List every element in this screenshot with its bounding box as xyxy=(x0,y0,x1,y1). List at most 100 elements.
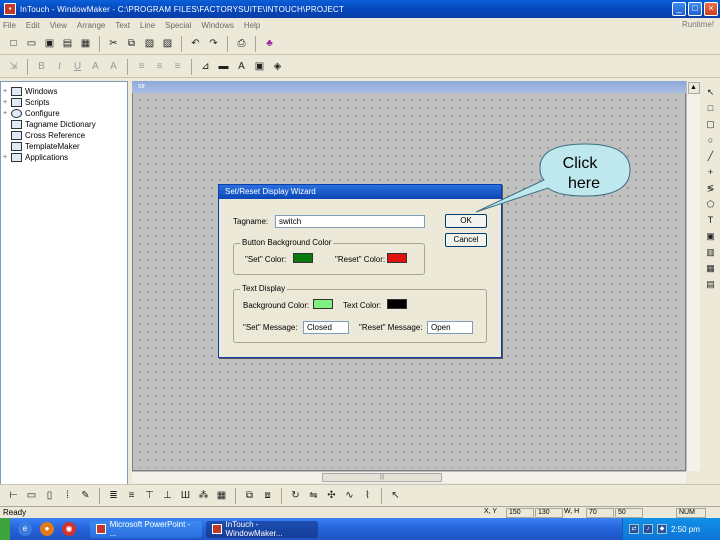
menu-arrange[interactable]: Arrange xyxy=(77,21,105,30)
ie-icon[interactable]: e xyxy=(18,522,32,536)
line-icon[interactable]: ╱ xyxy=(704,149,718,163)
pointer-icon[interactable]: ↖ xyxy=(388,488,403,503)
polyline-icon[interactable]: ≶ xyxy=(704,181,718,195)
print-icon[interactable]: ⎙ xyxy=(234,36,249,51)
minimize-button[interactable]: _ xyxy=(672,2,686,16)
text-color-icon[interactable]: A xyxy=(234,59,249,74)
grid-icon[interactable]: ▦ xyxy=(214,488,229,503)
window-color-icon[interactable]: ▣ xyxy=(252,59,267,74)
reset-color-swatch[interactable] xyxy=(387,253,407,263)
underline-icon[interactable]: U xyxy=(70,59,85,74)
expand-icon[interactable]: + xyxy=(3,88,11,95)
taskbar-intouch[interactable]: InTouch - WindowMaker... xyxy=(206,520,318,538)
ok-button[interactable]: OK xyxy=(445,214,487,228)
alarm-icon[interactable]: ▤ xyxy=(704,277,718,291)
line-color-icon[interactable]: ⊿ xyxy=(198,59,213,74)
tree-item-configure[interactable]: + Configure xyxy=(1,108,127,119)
media-icon[interactable]: ◉ xyxy=(62,522,76,536)
break-cell-icon[interactable]: ▯ xyxy=(42,488,57,503)
menu-help[interactable]: Help xyxy=(244,21,260,30)
maximize-button[interactable]: □ xyxy=(688,2,702,16)
taskbar-powerpoint[interactable]: Microsoft PowerPoint - ... xyxy=(90,520,202,538)
firefox-icon[interactable]: ● xyxy=(40,522,54,536)
menu-windows[interactable]: Windows xyxy=(201,21,233,30)
start-button[interactable] xyxy=(0,518,10,540)
reset-message-input[interactable]: Open xyxy=(427,321,473,334)
save-all-icon[interactable]: ▤ xyxy=(60,36,75,51)
expand-icon[interactable]: + xyxy=(3,154,11,161)
send-back-icon[interactable]: ≡ xyxy=(124,488,139,503)
unsmooth-icon[interactable]: ⌇ xyxy=(360,488,375,503)
delete-icon[interactable]: ▨ xyxy=(160,36,175,51)
scroll-thumb[interactable]: ||| xyxy=(322,473,442,482)
trend-icon[interactable]: ▦ xyxy=(704,261,718,275)
fill-color-icon[interactable]: ▬ xyxy=(216,59,231,74)
polygon-icon[interactable]: ⬠ xyxy=(704,197,718,211)
background-color-swatch[interactable] xyxy=(313,299,333,309)
tree-item-windows[interactable]: + Windows xyxy=(1,86,127,97)
menu-text[interactable]: Text xyxy=(115,21,130,30)
vertical-scrollbar[interactable]: ▲ xyxy=(686,81,700,471)
button-tool-icon[interactable]: ▥ xyxy=(704,245,718,259)
italic-icon[interactable]: I xyxy=(52,59,67,74)
close-button[interactable]: × xyxy=(704,2,718,16)
open-icon[interactable]: ▭ xyxy=(24,36,39,51)
align-right-icon[interactable]: ≡ xyxy=(170,59,185,74)
align-icon[interactable]: ⇲ xyxy=(6,59,21,74)
volume-icon[interactable]: ♪ xyxy=(643,524,653,534)
group-icon[interactable]: ⧉ xyxy=(242,488,257,503)
scroll-up-icon[interactable]: ▲ xyxy=(687,82,700,94)
clock[interactable]: 2:50 pm xyxy=(671,525,700,534)
cut-icon[interactable]: ✂ xyxy=(106,36,121,51)
rotate-icon[interactable]: ↻ xyxy=(288,488,303,503)
align-left-edge-icon[interactable]: ⊢ xyxy=(6,488,21,503)
align-middle-icon[interactable]: ⊥ xyxy=(160,488,175,503)
rectangle-icon[interactable]: □ xyxy=(704,101,718,115)
tree-item-tagname-dictionary[interactable]: Tagname Dictionary xyxy=(1,119,127,130)
pencil-icon[interactable]: ✎ xyxy=(78,488,93,503)
font-smaller-icon[interactable]: A xyxy=(106,59,121,74)
tree-item-templatemaker[interactable]: TemplateMaker xyxy=(1,141,127,152)
ungroup-icon[interactable]: ⧈ xyxy=(260,488,275,503)
bring-front-icon[interactable]: ≣ xyxy=(106,488,121,503)
close-window-icon[interactable]: ▦ xyxy=(78,36,93,51)
copy-icon[interactable]: ⧉ xyxy=(124,36,139,51)
paste-icon[interactable]: ▧ xyxy=(142,36,157,51)
flip-icon[interactable]: ⇋ xyxy=(306,488,321,503)
runtime-menu[interactable]: Runtime! xyxy=(682,20,714,29)
cancel-button[interactable]: Cancel xyxy=(445,233,487,247)
bitmap-icon[interactable]: ▣ xyxy=(704,229,718,243)
ellipse-icon[interactable]: ○ xyxy=(704,133,718,147)
tree-item-applications[interactable]: + Applications xyxy=(1,152,127,163)
make-cell-icon[interactable]: ▭ xyxy=(24,488,39,503)
network-icon[interactable]: ⇄ xyxy=(629,524,639,534)
menu-view[interactable]: View xyxy=(50,21,67,30)
tree-item-cross-reference[interactable]: Cross Reference xyxy=(1,130,127,141)
set-message-input[interactable]: Closed xyxy=(303,321,349,334)
text-color-swatch[interactable] xyxy=(387,299,407,309)
bold-icon[interactable]: B xyxy=(34,59,49,74)
reshape-icon[interactable]: ✣ xyxy=(324,488,339,503)
menu-line[interactable]: Line xyxy=(140,21,155,30)
space-icon[interactable]: ⁂ xyxy=(196,488,211,503)
set-color-swatch[interactable] xyxy=(293,253,313,263)
align-left-icon[interactable]: ≡ xyxy=(134,59,149,74)
expand-icon[interactable]: + xyxy=(3,99,11,106)
select-arrow-icon[interactable]: ↖ xyxy=(704,85,718,99)
menu-file[interactable]: File xyxy=(3,21,16,30)
symbol-icon[interactable]: ⁞ xyxy=(60,488,75,503)
rounded-rectangle-icon[interactable]: ▢ xyxy=(704,117,718,131)
tagname-input[interactable]: switch xyxy=(275,215,425,228)
menu-special[interactable]: Special xyxy=(165,21,191,30)
security-icon[interactable]: ◆ xyxy=(657,524,667,534)
align-bottom-icon[interactable]: Ш xyxy=(178,488,193,503)
font-larger-icon[interactable]: A xyxy=(88,59,103,74)
hv-line-icon[interactable]: + xyxy=(704,165,718,179)
wizard-icon[interactable]: ♣ xyxy=(262,36,277,51)
expand-icon[interactable]: + xyxy=(3,110,11,117)
tree-item-scripts[interactable]: + Scripts xyxy=(1,97,127,108)
menu-edit[interactable]: Edit xyxy=(26,21,40,30)
new-icon[interactable]: □ xyxy=(6,36,21,51)
horizontal-scrollbar[interactable]: ||| xyxy=(132,471,686,483)
save-icon[interactable]: ▣ xyxy=(42,36,57,51)
